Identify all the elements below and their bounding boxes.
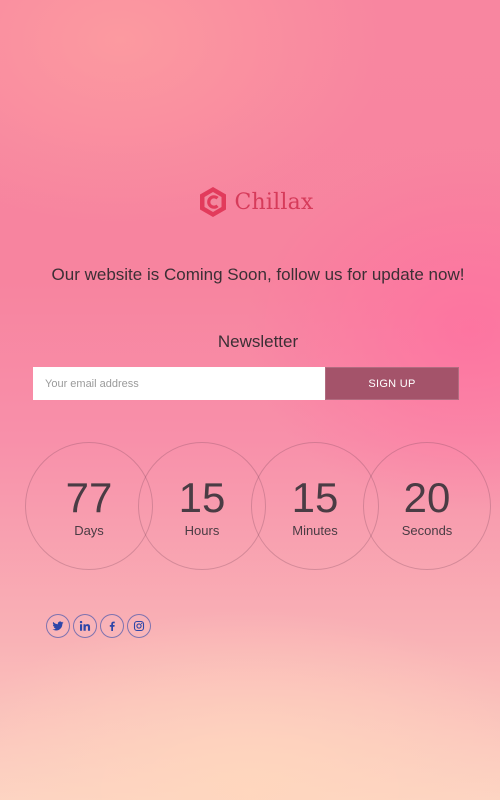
countdown-hours-value: 15 bbox=[178, 474, 226, 521]
brand-logo[interactable]: Chillax bbox=[0, 186, 500, 218]
newsletter-heading: Newsletter bbox=[217, 332, 299, 351]
newsletter-form: SIGN UP bbox=[33, 367, 459, 400]
sign-up-button[interactable]: SIGN UP bbox=[325, 367, 459, 400]
coming-soon-tagline: Our website is Coming Soon, follow us fo… bbox=[51, 265, 465, 284]
twitter-icon[interactable] bbox=[46, 614, 70, 638]
social-links bbox=[46, 614, 151, 638]
countdown-days-value: 77 bbox=[65, 474, 113, 521]
countdown-hours-label: Hours bbox=[184, 523, 220, 538]
countdown-seconds-label: Seconds bbox=[401, 523, 453, 538]
instagram-icon[interactable] bbox=[127, 614, 151, 638]
facebook-icon[interactable] bbox=[100, 614, 124, 638]
countdown-seconds-value: 20 bbox=[403, 474, 451, 521]
brand-name: Chillax bbox=[234, 189, 314, 215]
countdown-seconds: 20 Seconds bbox=[363, 442, 491, 570]
countdown-minutes-value: 15 bbox=[291, 474, 339, 521]
countdown-minutes: 15 Minutes bbox=[251, 442, 379, 570]
countdown-minutes-label: Minutes bbox=[292, 523, 338, 538]
hexagon-c-logo-icon bbox=[200, 187, 227, 217]
linkedin-icon[interactable] bbox=[73, 614, 97, 638]
countdown-days: 77 Days bbox=[25, 442, 153, 570]
countdown-days-label: Days bbox=[74, 523, 104, 538]
countdown-hours: 15 Hours bbox=[138, 442, 266, 570]
email-input[interactable] bbox=[33, 367, 325, 400]
